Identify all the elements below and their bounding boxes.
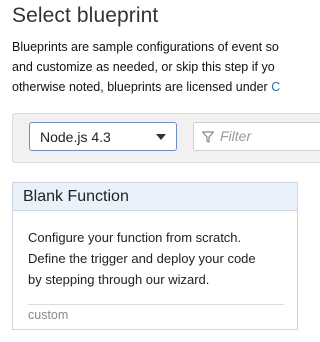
blueprint-filter-panel: Node.js 4.3: [12, 113, 320, 163]
card-description-line: Define the trigger and deploy your code: [28, 251, 256, 266]
card-description-line: Configure your function from scratch.: [28, 230, 242, 245]
runtime-select-value: Node.js 4.3: [40, 129, 111, 145]
runtime-select[interactable]: Node.js 4.3: [29, 122, 177, 151]
funnel-icon: [202, 131, 214, 143]
description-line-1: Blueprints are sample configurations of …: [12, 40, 279, 54]
card-divider: [28, 304, 284, 305]
description-line-3-text: otherwise noted, blueprints are licensed…: [12, 80, 272, 94]
card-title: Blank Function: [23, 188, 129, 205]
page-description: Blueprints are sample configurations of …: [12, 37, 320, 97]
description-line-2: and customize as needed, or skip this st…: [12, 60, 275, 74]
license-link[interactable]: C: [271, 80, 280, 94]
filter-input[interactable]: [220, 127, 320, 145]
description-line-3: otherwise noted, blueprints are licensed…: [12, 77, 320, 97]
card-header: Blank Function: [13, 183, 297, 211]
card-description-line: by stepping through our wizard.: [28, 272, 210, 287]
caret-down-icon: [156, 134, 166, 140]
filter-box[interactable]: [193, 122, 320, 151]
blueprint-card-blank-function[interactable]: Blank Function Configure your function f…: [12, 182, 298, 330]
card-tag: custom: [28, 308, 69, 322]
page-title: Select blueprint: [12, 4, 159, 27]
card-description: Configure your function from scratch. De…: [28, 227, 288, 290]
